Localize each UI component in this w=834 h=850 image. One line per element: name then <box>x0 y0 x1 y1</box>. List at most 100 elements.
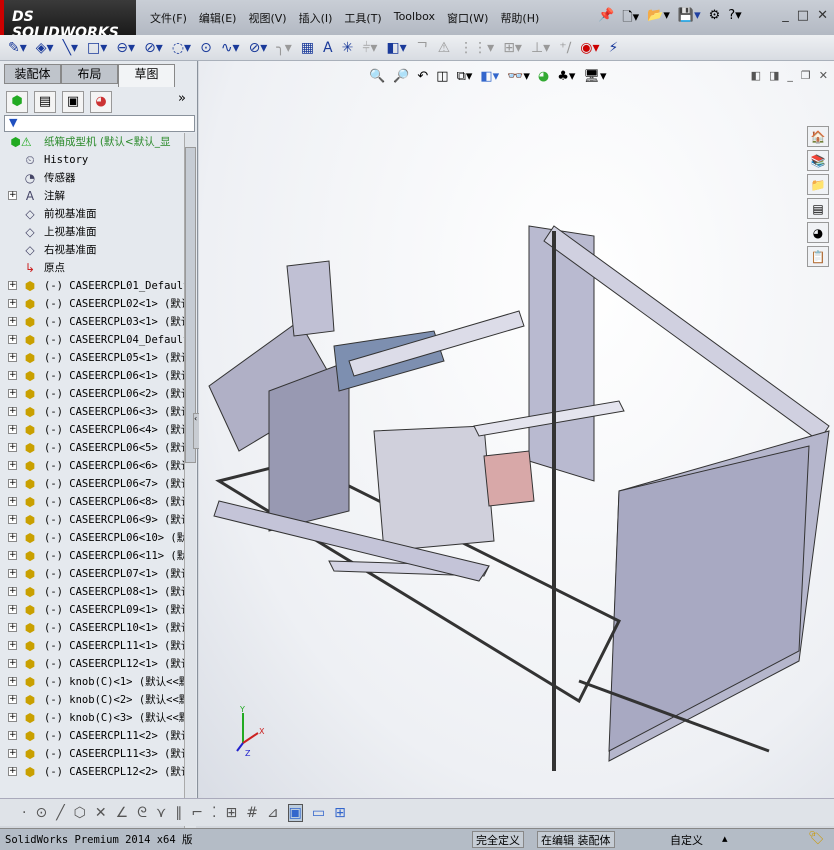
expand-icon[interactable]: + <box>8 659 17 668</box>
tree-item[interactable]: ◇ 前视基准面 <box>2 205 184 223</box>
fillet-icon[interactable]: ╮▾ <box>276 40 291 56</box>
tree-item[interactable]: + ⬢ (-) CASEERCPL06<3> (默认 <box>2 403 184 421</box>
tree-item[interactable]: ◇ 上视基准面 <box>2 223 184 241</box>
pin-icon[interactable]: 📌 <box>598 8 614 30</box>
expand-icon[interactable]: + <box>8 461 17 470</box>
mirror-icon[interactable]: ⚠ <box>438 40 451 56</box>
sketch-icon[interactable]: ✎▾ <box>8 40 27 56</box>
tree-item[interactable]: + ⬢ (-) CASEERCPL06<7> (默认 <box>2 475 184 493</box>
text-icon[interactable]: A <box>323 40 333 56</box>
expand-icon[interactable]: + <box>8 515 17 524</box>
point-icon[interactable]: ✳ <box>342 40 354 56</box>
resources-icon[interactable]: 🏠 <box>807 126 829 147</box>
open-icon[interactable]: 📂▾ <box>647 8 670 30</box>
expand-icon[interactable]: + <box>8 749 17 758</box>
units-selector[interactable]: 自定义 <box>670 832 703 848</box>
angle-snap-icon[interactable]: ⊿ <box>267 805 279 821</box>
property-manager-icon[interactable]: ▤ <box>34 91 56 113</box>
minimize-button[interactable]: _ <box>782 8 789 23</box>
line-icon[interactable]: ╲▾ <box>63 40 78 56</box>
tree-item[interactable]: + ⬢ (-) CASEERCPL06<1> (默认 <box>2 367 184 385</box>
tree-item[interactable]: + A 注解 <box>2 187 184 205</box>
expand-panel-icon[interactable]: » <box>178 91 186 113</box>
tree-item[interactable]: + ⬢ (-) CASEERCPL06<4> (默认 <box>2 421 184 439</box>
expand-icon[interactable]: + <box>8 677 17 686</box>
tree-item[interactable]: + ⬢ (-) CASEERCPL12<2> (默认 <box>2 763 184 781</box>
polygon-icon[interactable]: ⊙ <box>200 40 212 56</box>
save-icon[interactable]: 💾▾ <box>678 8 701 30</box>
menu-item[interactable]: 视图(V) <box>248 10 286 26</box>
tree-item[interactable]: + ⬢ (-) CASEERCPL06<11> (默 <box>2 547 184 565</box>
view-palette-icon[interactable]: ▤ <box>807 198 829 219</box>
expand-icon[interactable]: + <box>8 605 17 614</box>
expand-icon[interactable]: + <box>8 479 17 488</box>
expand-icon[interactable]: + <box>8 641 17 650</box>
assembly-model[interactable] <box>199 61 834 798</box>
tree-item[interactable]: + ⬢ (-) CASEERCPL04_Default <box>2 331 184 349</box>
rectangle-icon[interactable]: □▾ <box>87 40 107 56</box>
new-document-icon[interactable]: 🗋▾ <box>622 8 639 30</box>
tree-item[interactable]: + ⬢ (-) CASEERCPL09<1> (默认 <box>2 601 184 619</box>
expand-icon[interactable]: + <box>8 569 17 578</box>
solidworks-logo[interactable]: DS SOLIDWORKS <box>0 0 136 41</box>
trim-icon[interactable]: ⫩▾ <box>362 40 377 56</box>
slot-icon[interactable]: ⊖▾ <box>116 40 135 56</box>
tree-item[interactable]: ◔ 传感器 <box>2 169 184 187</box>
tree-item[interactable]: + ⬢ (-) CASEERCPL06<5> (默认 <box>2 439 184 457</box>
expand-icon[interactable]: + <box>8 335 17 344</box>
options-icon[interactable]: ⚙ <box>709 8 721 30</box>
arc-icon[interactable]: ◌▾ <box>172 40 191 56</box>
tree-item[interactable]: + ⬢ (-) knob(C)<2> (默认<<默 <box>2 691 184 709</box>
line-icon[interactable]: ╱ <box>56 805 64 821</box>
expand-icon[interactable]: + <box>8 425 17 434</box>
polygon-icon[interactable]: ⬡ <box>74 805 86 821</box>
corner-icon[interactable]: ⌐ <box>191 805 203 821</box>
expand-icon[interactable]: + <box>8 443 17 452</box>
plane-icon[interactable]: ▦ <box>301 40 314 56</box>
tree-item[interactable]: + ⬢ (-) CASEERCPL03<1> (默认 <box>2 313 184 331</box>
tree-item[interactable]: + ⬢ (-) CASEERCPL06<9> (默认 <box>2 511 184 529</box>
menu-item[interactable]: 编辑(E) <box>199 10 237 26</box>
window-icon[interactable]: ▭ <box>312 805 325 821</box>
convert-entities-icon[interactable]: ◧▾ <box>386 40 406 56</box>
tree-item[interactable]: + ⬢ (-) CASEERCPL06<8> (默认 <box>2 493 184 511</box>
filter-icon[interactable]: ▼ <box>4 115 195 132</box>
3d-box-icon[interactable]: ▣ <box>287 803 303 822</box>
menu-item[interactable]: 插入(I) <box>299 10 333 26</box>
expand-icon[interactable]: + <box>8 353 17 362</box>
help-icon[interactable]: ?▾ <box>728 8 741 30</box>
tree-item[interactable]: + ⬢ (-) CASEERCPL06<2> (默认 <box>2 385 184 403</box>
expand-icon[interactable]: + <box>8 587 17 596</box>
circle-icon[interactable]: ⊙ <box>35 805 47 821</box>
tree-item[interactable]: + ⬢ (-) CASEERCPL10<1> (默认 <box>2 619 184 637</box>
design-library-icon[interactable]: 📚 <box>807 150 829 171</box>
tree-item[interactable]: + ⬢ (-) CASEERCPL07<1> (默认 <box>2 565 184 583</box>
expand-icon[interactable]: + <box>8 713 17 722</box>
tree-item[interactable]: ◇ 右视基准面 <box>2 241 184 259</box>
expand-icon[interactable]: + <box>8 695 17 704</box>
expand-icon[interactable]: + <box>8 317 17 326</box>
tree-root[interactable]: ⬢⚠ 纸箱成型机 (默认<默认_显 <box>2 133 184 151</box>
tree-scrollbar[interactable] <box>184 133 196 845</box>
instant2d-icon[interactable]: ⚡ <box>609 40 619 56</box>
linear-pattern-icon[interactable]: ⋮⋮▾ <box>459 40 494 56</box>
display-manager-icon[interactable]: ◕ <box>90 91 112 113</box>
perpendicular-icon[interactable]: ⋎ <box>156 805 166 821</box>
expand-icon[interactable]: + <box>8 371 17 380</box>
tab-sketch[interactable]: 草图 <box>118 64 175 87</box>
move-entities-icon[interactable]: ⊞▾ <box>503 40 522 56</box>
tree-item[interactable]: + ⬢ (-) CASEERCPL05<1> (默认 <box>2 349 184 367</box>
table-icon[interactable]: ⊞ <box>334 805 346 821</box>
smart-dimension-icon[interactable]: ◈▾ <box>36 40 54 56</box>
intersection-icon[interactable]: ✕ <box>95 805 107 821</box>
point-icon[interactable]: · <box>22 805 26 821</box>
tree-item[interactable]: + ⬢ (-) CASEERCPL11<1> (默认 <box>2 637 184 655</box>
tree-item[interactable]: + ⬢ (-) CASEERCPL02<1> (默认 <box>2 295 184 313</box>
close-button[interactable]: ✕ <box>817 8 828 23</box>
expand-icon[interactable]: + <box>8 299 17 308</box>
expand-icon[interactable]: + <box>8 407 17 416</box>
display-relations-icon[interactable]: ⊥▾ <box>531 40 550 56</box>
expand-icon[interactable]: + <box>8 623 17 632</box>
tree-item[interactable]: + ⬢ (-) CASEERCPL06<6> (默认 <box>2 457 184 475</box>
repair-sketch-icon[interactable]: ⁺∕ <box>559 40 571 56</box>
